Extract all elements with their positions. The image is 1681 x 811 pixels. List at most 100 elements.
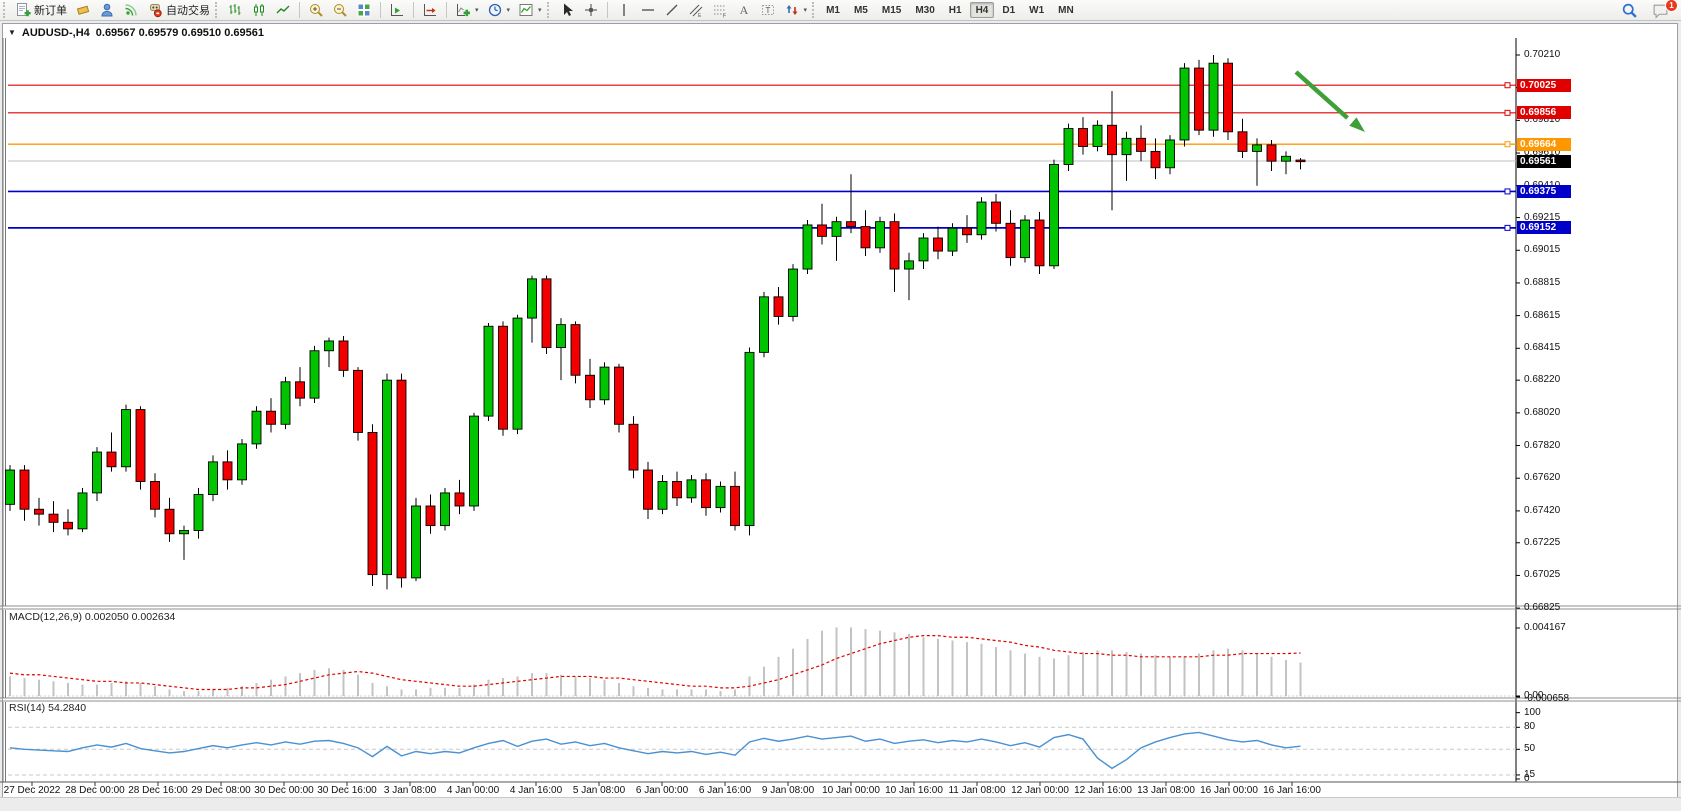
timeframe-w1-button[interactable]: W1 xyxy=(1023,2,1050,18)
macd-histogram-bar xyxy=(807,639,809,696)
macd-histogram-bar xyxy=(67,683,69,696)
macd-histogram-bar xyxy=(1097,650,1099,696)
text-label-tool-button[interactable]: T xyxy=(756,2,780,19)
new-order-button[interactable]: 新订单 xyxy=(11,2,71,19)
signals-button[interactable] xyxy=(119,2,143,19)
timeframe-m30-button[interactable]: M30 xyxy=(909,2,940,18)
hline-anchor[interactable] xyxy=(1505,225,1510,230)
candle-body xyxy=(1180,68,1189,140)
fibonacci-icon: F xyxy=(712,2,728,18)
chart-shift-button[interactable] xyxy=(418,2,442,19)
hline-anchor[interactable] xyxy=(1505,83,1510,88)
candle-body xyxy=(49,514,58,522)
candle-body xyxy=(948,228,957,251)
crosshair-tool-button[interactable] xyxy=(579,2,603,19)
candle-body xyxy=(1064,129,1073,165)
candle-body xyxy=(513,318,522,429)
timeframe-h4-button[interactable]: H4 xyxy=(970,2,995,18)
candle-body xyxy=(310,351,319,398)
candle-body xyxy=(383,380,392,574)
candle-body xyxy=(64,522,73,529)
timeframe-m5-button[interactable]: M5 xyxy=(848,2,874,18)
community-button[interactable] xyxy=(95,2,119,19)
bar-chart-mode-button[interactable] xyxy=(223,2,247,19)
macd-histogram-bar xyxy=(314,670,316,696)
candle-body xyxy=(629,424,638,470)
trend-arrow-annotation[interactable] xyxy=(1296,72,1348,118)
line-chart-mode-button[interactable] xyxy=(271,2,295,19)
zoom-out-button[interactable] xyxy=(328,2,352,19)
hline-anchor[interactable] xyxy=(1505,110,1510,115)
hline-anchor[interactable] xyxy=(1505,189,1510,194)
macd-histogram-bar xyxy=(53,681,55,696)
macd-histogram-bar xyxy=(212,689,214,696)
macd-histogram-bar xyxy=(618,683,620,696)
candle-body xyxy=(1035,220,1044,266)
svg-text:A: A xyxy=(739,3,748,17)
search-button[interactable] xyxy=(1617,2,1642,19)
candle-body xyxy=(238,444,247,480)
candle-body xyxy=(1151,151,1160,167)
periods-button[interactable]: ▾ xyxy=(483,2,515,19)
candle-body xyxy=(1166,140,1175,168)
candle-body xyxy=(1282,156,1291,161)
zoom-in-button[interactable] xyxy=(304,2,328,19)
timeframe-m1-button[interactable]: M1 xyxy=(820,2,846,18)
market-watch-button[interactable] xyxy=(71,2,95,19)
candlestick-chart-canvas[interactable] xyxy=(0,0,1681,811)
macd-histogram-bar xyxy=(517,676,519,696)
candle-body xyxy=(354,370,363,432)
candle-body xyxy=(876,222,885,248)
candle-body xyxy=(441,493,450,526)
toolbar-grip xyxy=(547,2,552,18)
signal-icon xyxy=(123,2,139,18)
candle-body xyxy=(1195,68,1204,130)
fibonacci-tool-button[interactable]: F xyxy=(708,2,732,19)
hline-anchor[interactable] xyxy=(1505,142,1510,147)
candle-body xyxy=(992,202,1001,223)
timeframe-mn-button[interactable]: MN xyxy=(1052,2,1080,18)
macd-histogram-bar xyxy=(734,689,736,696)
templates-button[interactable]: ▾ xyxy=(514,2,546,19)
trading-terminal: 新订单 自动交易 ▾ ▾ ▾ E F A T ▾ xyxy=(0,0,1681,811)
auto-scroll-button[interactable] xyxy=(385,2,409,19)
candle-body xyxy=(644,470,653,509)
chart-shift-icon xyxy=(422,2,438,18)
timeframe-d1-button[interactable]: D1 xyxy=(996,2,1021,18)
notifications-button[interactable]: 1 xyxy=(1648,2,1673,19)
vertical-line-tool-button[interactable] xyxy=(612,2,636,19)
candle-body xyxy=(267,411,276,424)
indicators-button[interactable]: ▾ xyxy=(451,2,483,19)
collapse-arrow-icon[interactable]: ▼ xyxy=(8,28,16,37)
candle-body xyxy=(339,341,348,370)
candle-body xyxy=(528,279,537,318)
macd-histogram-bar xyxy=(1300,663,1302,696)
candle-body xyxy=(107,452,116,467)
dropdown-arrow-icon: ▾ xyxy=(804,6,808,14)
candle-body xyxy=(977,202,986,235)
macd-histogram-bar xyxy=(198,691,200,696)
timeframe-m15-button[interactable]: M15 xyxy=(876,2,907,18)
market-watch-icon xyxy=(75,2,91,18)
macd-histogram-bar xyxy=(459,688,461,696)
text-label-icon: T xyxy=(760,2,776,18)
toolbar-grip xyxy=(3,2,8,18)
tile-windows-button[interactable] xyxy=(352,2,376,19)
cursor-tool-button[interactable] xyxy=(555,2,579,19)
channel-tool-button[interactable]: E xyxy=(684,2,708,19)
candle-body xyxy=(296,382,305,398)
candlestick-chart-icon xyxy=(251,2,267,18)
text-tool-button[interactable]: A xyxy=(732,2,756,19)
search-icon xyxy=(1621,2,1638,19)
candle-body xyxy=(1093,125,1102,146)
trend-arrow-head[interactable] xyxy=(1349,117,1365,132)
toolbar-separator xyxy=(380,2,381,18)
trendline-tool-button[interactable] xyxy=(660,2,684,19)
arrows-tool-button[interactable]: ▾ xyxy=(780,2,812,19)
auto-trading-button[interactable]: 自动交易 xyxy=(143,2,214,19)
timeframe-h1-button[interactable]: H1 xyxy=(943,2,968,18)
candlestick-mode-button[interactable] xyxy=(247,2,271,19)
horizontal-line-tool-button[interactable] xyxy=(636,2,660,19)
macd-histogram-bar xyxy=(430,688,432,696)
notification-badge: 1 xyxy=(1665,0,1678,12)
